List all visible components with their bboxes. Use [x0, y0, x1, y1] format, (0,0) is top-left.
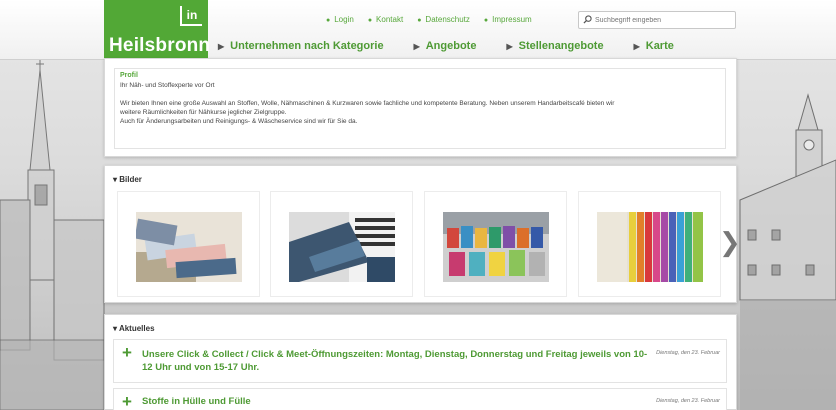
news-title[interactable]: Unsere Click & Collect / Click & Meet-Öf…	[142, 348, 647, 361]
impressum-link[interactable]: ● Impressum	[484, 15, 532, 24]
bilder-title[interactable]: ▾ Bilder	[113, 175, 142, 184]
impressum-label: Impressum	[492, 15, 532, 24]
aktuelles-title[interactable]: ▾ Aktuelles	[113, 324, 155, 333]
main-nav: ▶ Unternehmen nach Kategorie ▶ Angebote ▶ S…	[218, 40, 704, 52]
profil-line: Wir bieten Ihnen eine große Auswahl an S…	[120, 100, 615, 107]
site-header: in Heilsbronn ● Login ● Kontakt ● Datenschu…	[0, 0, 836, 60]
colored-fabric-rolls-image	[597, 212, 703, 282]
arrow-right-icon: ▶	[413, 42, 420, 51]
news-title[interactable]: Stoffe in Hülle und Fülle	[142, 395, 251, 408]
arrow-right-icon: ▶	[633, 42, 640, 51]
nav-angebote[interactable]: ▶ Angebote	[414, 40, 477, 52]
arrow-right-icon: ▶	[506, 42, 513, 51]
nav-stellenangebote[interactable]: ▶ Stellenangebote	[506, 40, 603, 52]
fabric-stack-image	[136, 212, 242, 282]
logo-text: Heilsbronn	[109, 35, 211, 56]
search-icon[interactable]	[583, 11, 592, 29]
kontakt-label: Kontakt	[376, 15, 404, 24]
plus-icon[interactable]: +	[122, 393, 132, 410]
logo-mark: in	[180, 6, 202, 26]
datenschutz-link[interactable]: ● Datenschutz	[417, 15, 470, 24]
top-links: ● Login ● Kontakt ● Datenschutz ● Impressum	[326, 15, 546, 24]
nav-angebote-label: Angebote	[425, 40, 477, 52]
chevron-right-icon[interactable]: ❯	[719, 228, 741, 258]
profil-line: Auch für Änderungsarbeiten und Reinigung…	[120, 118, 358, 125]
kontakt-link[interactable]: ● Kontakt	[368, 15, 403, 24]
aktuelles-card: ▾ Aktuelles + Unsere Click & Collect / C…	[104, 314, 737, 410]
login-label: Login	[334, 15, 354, 24]
profil-title: Profil	[120, 72, 138, 79]
site-logo[interactable]: in Heilsbronn	[104, 0, 211, 60]
nav-unternehmen-label: Unternehmen nach Kategorie	[230, 40, 384, 52]
profil-line: Ihr Näh- und Stoffexperte vor Ort	[120, 82, 215, 89]
bullet-icon: ●	[326, 17, 331, 24]
news-item[interactable]: + Stoffe in Hülle und Fülle Dienstag, de…	[113, 388, 727, 410]
news-date: Dienstag, den 23. Februar	[656, 350, 720, 356]
datenschutz-label: Datenschutz	[425, 15, 470, 24]
profil-card: Profil Ihr Näh- und Stoffexperte vor Ort…	[104, 58, 737, 157]
bilder-card: ▾ Bilder ❯	[104, 165, 741, 303]
profil-spacer	[120, 90, 720, 99]
profil-box: Profil Ihr Näh- und Stoffexperte vor Ort…	[114, 68, 726, 149]
bullet-icon: ●	[417, 17, 422, 24]
profil-text: Ihr Näh- und Stoffexperte vor Ort Wir bi…	[120, 81, 720, 126]
news-date: Dienstag, den 23. Februar	[656, 398, 720, 404]
nav-stellenangebote-label: Stellenangebote	[518, 40, 604, 52]
search-input[interactable]	[595, 16, 730, 24]
profil-line: weitere Räumlichkeiten für Nähkurse jegl…	[120, 109, 287, 116]
gallery-thumb[interactable]	[424, 191, 567, 297]
search-box[interactable]	[578, 11, 736, 29]
gallery-thumb[interactable]	[270, 191, 413, 297]
bullet-icon: ●	[367, 17, 373, 24]
nav-karte[interactable]: ▶ Karte	[634, 40, 674, 52]
arrow-right-icon: ▶	[218, 42, 225, 51]
news-title-continued[interactable]: 12 Uhr und von 15-17 Uhr.	[142, 361, 259, 374]
thread-spools-image	[443, 212, 549, 282]
nav-unternehmen[interactable]: ▶ Unternehmen nach Kategorie	[218, 40, 384, 52]
plus-icon[interactable]: +	[122, 344, 132, 361]
news-item[interactable]: + Unsere Click & Collect / Click & Meet-…	[113, 339, 727, 383]
gallery-thumb[interactable]	[117, 191, 260, 297]
bullet-icon: ●	[483, 17, 489, 24]
person-with-fabric-image	[289, 212, 395, 282]
gallery-thumb[interactable]	[578, 191, 721, 297]
nav-karte-label: Karte	[645, 40, 674, 52]
login-link[interactable]: ● Login	[326, 15, 354, 24]
